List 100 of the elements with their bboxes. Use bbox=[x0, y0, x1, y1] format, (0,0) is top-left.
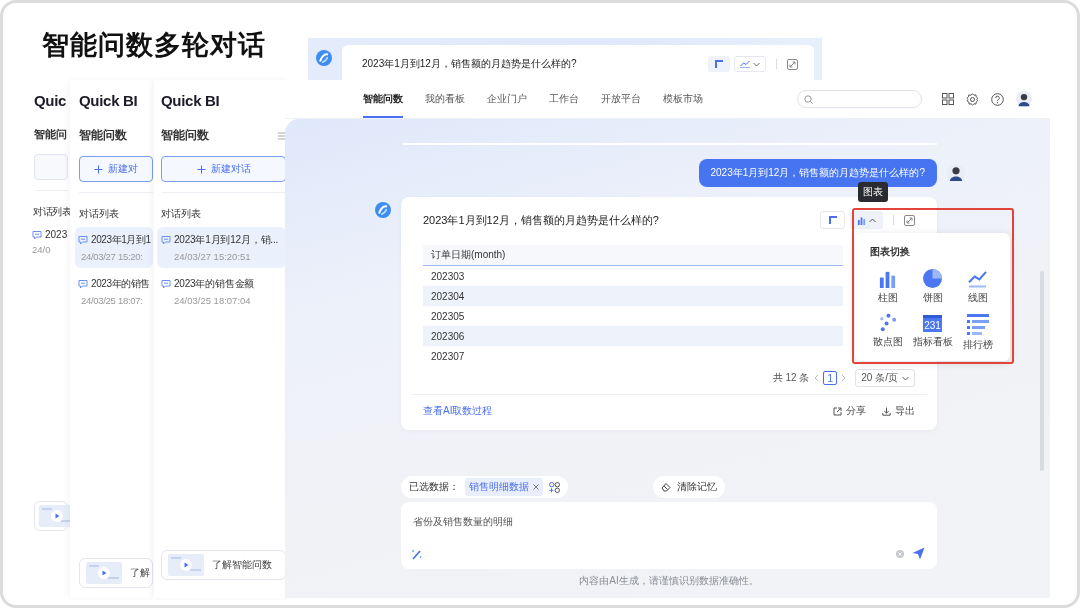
conversation-title: 2023年1月到1 bbox=[91, 233, 151, 247]
send-icon[interactable] bbox=[912, 547, 925, 560]
chart-type-option[interactable]: 柱图 bbox=[865, 269, 910, 305]
table-icon bbox=[827, 215, 838, 225]
conversation-item[interactable]: 2023 24/0 bbox=[32, 225, 68, 259]
search-icon bbox=[804, 94, 813, 104]
process-link[interactable]: 查看AI取数过程 bbox=[423, 404, 817, 418]
chart-switch-button[interactable] bbox=[734, 56, 766, 72]
section-heading: 智能问数 bbox=[161, 127, 209, 144]
video-card[interactable]: 了解 bbox=[79, 558, 153, 588]
table-cell: 202304 bbox=[423, 286, 843, 306]
question-input[interactable]: 省份及销售数量的明细 bbox=[413, 516, 713, 528]
caret-down-icon bbox=[753, 61, 760, 67]
chart-type-option[interactable]: 散点图 bbox=[865, 313, 910, 352]
app-logo: Quick BI bbox=[79, 92, 139, 109]
table-view-button[interactable] bbox=[708, 56, 730, 72]
avatar bbox=[1016, 91, 1032, 107]
conversation-time: 24/03/25 18:07:04 bbox=[174, 295, 252, 306]
clear-memory-button[interactable]: 清除记忆 bbox=[653, 476, 725, 498]
caret-down-icon bbox=[902, 375, 909, 381]
help-icon[interactable] bbox=[991, 92, 1004, 106]
dataset-tag[interactable]: 销售明细数据 bbox=[465, 478, 543, 496]
app-logo: Quic bbox=[34, 92, 68, 109]
plus-icon bbox=[196, 164, 206, 174]
settings-icon[interactable] bbox=[966, 92, 979, 106]
tooltip: 图表 bbox=[858, 182, 888, 202]
conversation-time: 24/03/27 15:20:51 bbox=[174, 251, 252, 262]
close-icon[interactable] bbox=[533, 484, 539, 490]
kpi-card-icon: 231 bbox=[923, 313, 942, 332]
eraser-icon bbox=[661, 482, 671, 492]
magic-wand-icon[interactable] bbox=[411, 549, 422, 560]
apps-icon[interactable] bbox=[942, 93, 954, 105]
new-chat-button[interactable]: 新建对话 bbox=[161, 156, 286, 182]
ranking-icon bbox=[966, 313, 989, 335]
table-icon bbox=[714, 59, 724, 69]
table-cell: 202303 bbox=[423, 265, 843, 286]
conversation-title: 2023年的销售 bbox=[91, 277, 151, 291]
plus-icon bbox=[94, 164, 103, 174]
expand-icon[interactable] bbox=[904, 214, 915, 226]
page-size-select[interactable]: 20 条/页 bbox=[855, 369, 915, 387]
conversation-item[interactable]: 2023年的销售 24/03/25 18:07: bbox=[75, 271, 153, 312]
conversation-time: 24/0 bbox=[32, 244, 52, 255]
conversation-title: 2023 bbox=[45, 229, 68, 240]
question-text: 2023年1月到12月，销售额的月趋势是什么样的? bbox=[362, 57, 578, 71]
video-thumbnail bbox=[168, 554, 204, 576]
conversation-title: 2023年的销售金额 bbox=[174, 277, 255, 291]
line-chart-icon bbox=[968, 269, 987, 288]
share-button[interactable]: 分享 bbox=[833, 404, 866, 418]
conversation-item[interactable]: 2023年1月到1 24/03/27 15:20: bbox=[75, 227, 153, 268]
total-count: 共 12 条 bbox=[772, 371, 810, 385]
logo-icon bbox=[316, 50, 332, 66]
nav-tab[interactable]: 模板市场 bbox=[663, 80, 703, 118]
caret-up-icon bbox=[869, 217, 876, 223]
video-label: 了解 bbox=[130, 566, 150, 580]
export-icon bbox=[882, 406, 891, 416]
column-header: 订单日期(month) bbox=[423, 245, 843, 266]
nav-tab[interactable]: 工作台 bbox=[549, 80, 579, 118]
previous-page-icon[interactable] bbox=[813, 374, 820, 382]
conversation-item[interactable]: 2023年的销售金额 24/03/25 18:07:04 bbox=[157, 271, 286, 312]
video-label: 了解智能问数 bbox=[212, 558, 272, 572]
table-cell: 202307 bbox=[423, 346, 843, 366]
table-cell: 202306 bbox=[423, 326, 843, 346]
nav-tab[interactable]: 我的看板 bbox=[425, 80, 465, 118]
page-number[interactable]: 1 bbox=[823, 371, 838, 385]
menu-title: 图表切换 bbox=[870, 245, 911, 259]
nav-tab[interactable]: 开放平台 bbox=[601, 80, 641, 118]
conversation-item[interactable]: 2023年1月到12月，销... 24/03/27 15:20:51 bbox=[157, 227, 286, 268]
section-heading: 智能问数 bbox=[79, 127, 127, 144]
app-logo: Quick BI bbox=[161, 92, 221, 109]
disclaimer: 内容由AI生成，请谨慎识别数据准确性。 bbox=[578, 574, 760, 588]
expand-icon[interactable] bbox=[787, 58, 798, 70]
chat-icon bbox=[161, 279, 171, 289]
section-heading: 智能问 bbox=[34, 127, 67, 142]
line-chart-icon bbox=[740, 60, 750, 68]
list-title: 对话列表 bbox=[161, 207, 202, 221]
chart-switch-button[interactable] bbox=[850, 211, 883, 229]
video-card[interactable]: 了解智能问数 bbox=[161, 550, 286, 580]
chat-icon bbox=[161, 235, 171, 245]
table-view-button[interactable] bbox=[820, 211, 845, 229]
chart-type-option[interactable]: 线图 bbox=[955, 269, 1000, 305]
dataset-icon[interactable] bbox=[549, 481, 560, 493]
video-thumbnail bbox=[86, 562, 122, 584]
nav-tab[interactable]: 企业门户 bbox=[487, 80, 527, 118]
bar-chart-icon bbox=[857, 215, 866, 225]
conversation-time: 24/03/25 18:07: bbox=[81, 295, 144, 306]
chat-icon bbox=[32, 229, 42, 240]
selected-data-label: 已选数据： bbox=[409, 480, 459, 494]
chart-type-option[interactable]: 饼图 bbox=[910, 269, 955, 305]
next-page-icon[interactable] bbox=[841, 374, 848, 382]
export-button[interactable]: 导出 bbox=[882, 404, 915, 418]
conversation-time: 24/03/27 15:20: bbox=[81, 251, 144, 262]
chart-type-option[interactable]: 231 指标看板 bbox=[910, 313, 955, 352]
new-chat-button[interactable]: 新建对 bbox=[79, 156, 153, 182]
slide-title: 智能问数多轮对话 bbox=[42, 29, 266, 62]
user-message: 2023年1月到12月，销售额的月趋势是什么样的? bbox=[698, 159, 937, 187]
logo-icon bbox=[375, 202, 391, 218]
bar-chart-icon bbox=[878, 269, 897, 288]
chat-icon bbox=[78, 235, 88, 245]
list-title: 对话列表 bbox=[79, 207, 120, 221]
chart-type-option[interactable]: 排行榜 bbox=[955, 313, 1000, 352]
